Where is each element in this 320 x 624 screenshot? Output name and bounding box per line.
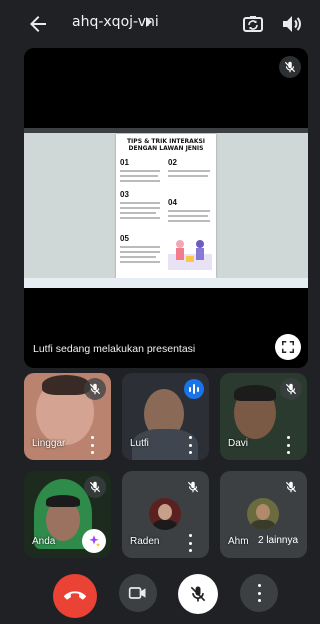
more-vert-icon[interactable] (285, 436, 291, 454)
slide-text-line (120, 246, 160, 248)
slide-text-line (120, 256, 156, 258)
participant-name: Raden (130, 536, 160, 547)
mic-off-icon (84, 378, 106, 400)
participant-tile[interactable]: Linggar (24, 373, 111, 460)
participant-video-hair (42, 375, 90, 395)
mic-off-icon (279, 56, 301, 78)
participant-video-hair (46, 495, 80, 507)
slide-title: TIPS & TRIK INTERAKSI DENGAN LAWAN JENIS (126, 138, 206, 152)
participant-tile[interactable]: Ahm 2 lainnya (220, 471, 307, 558)
slide-number: 04 (168, 198, 177, 207)
slide-number: 03 (120, 190, 129, 199)
fullscreen-button[interactable] (275, 334, 301, 360)
slide-number: 02 (168, 158, 177, 167)
self-tile[interactable]: Anda (24, 471, 111, 558)
participant-name: Linggar (32, 438, 66, 449)
meeting-info-caret-icon[interactable] (146, 17, 152, 27)
more-vert-icon[interactable] (89, 436, 95, 454)
mic-off-icon (84, 476, 106, 498)
camera-icon (128, 587, 146, 599)
slide-text-line (168, 215, 208, 217)
end-call-icon (64, 591, 86, 600)
slide-text-line (168, 210, 210, 212)
taskbar (24, 278, 308, 288)
presentation-caption: Lutfi sedang melakukan presentasi (33, 343, 196, 355)
end-call-button[interactable] (53, 574, 97, 618)
switch-camera-icon[interactable] (241, 12, 265, 36)
slide-text-line (120, 202, 160, 204)
more-vert-icon (256, 584, 262, 602)
slide-text-line (120, 170, 160, 172)
participant-name: Davi (228, 438, 249, 449)
avatar (247, 498, 279, 530)
call-controls (0, 566, 313, 624)
mic-off-icon (190, 586, 206, 602)
participant-tile[interactable]: Davi (220, 373, 307, 460)
slide-page: TIPS & TRIK INTERAKSI DENGAN LAWAN JENIS… (116, 134, 216, 278)
participant-name: Lutfi (130, 438, 149, 449)
shared-window-titlebar (24, 128, 308, 133)
mic-off-icon (280, 476, 302, 498)
speaking-indicator-icon (184, 379, 204, 399)
slide-text-line (120, 180, 160, 182)
slide-text-line (120, 217, 160, 219)
effects-icon (89, 535, 101, 547)
more-participants-label: 2 lainnya (257, 534, 299, 546)
avatar (149, 498, 181, 530)
more-options-button[interactable] (240, 574, 278, 612)
slide-illustration (168, 240, 212, 270)
shared-screen: TIPS & TRIK INTERAKSI DENGAN LAWAN JENIS… (24, 128, 308, 288)
participant-tile[interactable]: Lutfi (122, 373, 209, 460)
slide-text-line (120, 175, 158, 177)
slide-text-line (168, 175, 208, 177)
slide-number: 05 (120, 234, 129, 243)
speaker-icon[interactable] (279, 12, 303, 36)
mic-off-icon (182, 476, 204, 498)
top-bar: ahq-xqoj-vni (0, 0, 313, 48)
mic-off-icon (280, 378, 302, 400)
slide-text-line (168, 170, 210, 172)
more-vert-icon[interactable] (187, 436, 193, 454)
participant-name: Ahm (228, 536, 249, 547)
slide-text-line (168, 220, 210, 222)
slide-number: 01 (120, 158, 129, 167)
participant-video-hair (234, 385, 276, 401)
participant-name: Anda (32, 536, 56, 547)
camera-button[interactable] (119, 574, 157, 612)
effects-button[interactable] (82, 529, 106, 553)
slide-text-line (120, 212, 156, 214)
more-vert-icon[interactable] (187, 534, 193, 552)
slide-text-line (120, 207, 160, 209)
more-participants-chip[interactable]: 2 lainnya (250, 529, 306, 551)
back-arrow-icon[interactable] (26, 12, 50, 36)
slide-text-line (120, 261, 160, 263)
microphone-button[interactable] (178, 574, 218, 614)
slide-text-line (120, 251, 160, 253)
fullscreen-icon (282, 341, 294, 353)
participant-tile[interactable]: Raden (122, 471, 209, 558)
